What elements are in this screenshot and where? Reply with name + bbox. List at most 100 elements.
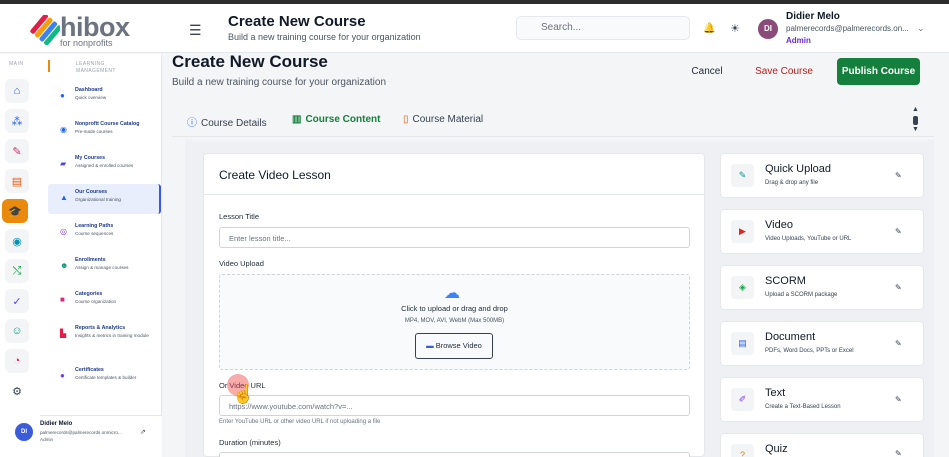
chevron-down-icon[interactable]: ⌄ [917, 23, 925, 34]
graduation-icon[interactable]: 🎓 [2, 199, 28, 223]
tab-course-material[interactable]: ▯ Course Material [403, 114, 483, 125]
sidebar-item-enrollments[interactable]: ☻ Enrollments Assign & manage courses [48, 252, 161, 282]
lesson-type-title: Text [765, 387, 786, 399]
team-icon[interactable]: ☺ [5, 319, 29, 343]
divider [204, 194, 704, 195]
lesson-type-title: Quiz [765, 443, 788, 455]
header-subtitle: Build a new training course for your org… [228, 32, 421, 42]
folder-icon: ▬ [426, 341, 436, 350]
lesson-type-sub: Video Uploads, YouTube or URL [765, 236, 852, 242]
pencil-icon: ✎ [731, 164, 754, 187]
edit-icon[interactable]: ✎ [895, 449, 902, 457]
sidebar-item-learning-paths[interactable]: ◎ Learning Paths Course sequences [48, 218, 161, 248]
sidebar-item-certificates[interactable]: ● Certificates Certificate templates & b… [48, 362, 161, 392]
lesson-type-sub: Create a Text-Based Lesson [765, 404, 841, 410]
menu-toggle-icon[interactable]: ☰ [189, 22, 202, 39]
tab-course-content[interactable]: ▥ Course Content [292, 114, 380, 125]
sidebar-avatar[interactable]: DI [15, 423, 33, 441]
sidebar-item-label: Dashboard [75, 87, 103, 93]
globe-icon[interactable]: ◉ [5, 229, 29, 253]
search-input[interactable]: Search... [516, 16, 690, 40]
sidebar-item-sub: Certificate templates & builder [75, 375, 137, 380]
sidebar-item-label: Reports & Analytics [75, 325, 126, 331]
sidebar-item-label: Our Courses [75, 189, 108, 195]
megaphone-icon[interactable]: ✎ [5, 139, 29, 163]
external-link-icon[interactable]: ⇗ [140, 428, 146, 436]
sidebar-item-sub: Course organization [75, 299, 117, 304]
cancel-button[interactable]: Cancel [678, 61, 736, 83]
scrollbar-thumb[interactable] [913, 116, 918, 125]
sidebar-item-my-courses[interactable]: ▰ My Courses Assigned & enrolled courses [48, 150, 161, 180]
avatar[interactable]: DI [758, 19, 778, 39]
sidebar-item-categories[interactable]: ■ Categories Course organization [48, 286, 161, 316]
sidebar-user-name: Didier Melo [40, 421, 73, 427]
sidebar-item-reports[interactable]: ▙ Reports & Analytics Insights & metrics… [48, 320, 161, 356]
network-icon[interactable]: ⤭ [5, 259, 29, 283]
browse-video-button[interactable]: ▬ Browse Video [415, 333, 493, 359]
lesson-type-title: SCORM [765, 275, 806, 287]
edit-icon[interactable]: ✎ [895, 339, 902, 348]
page-title: Create New Course [172, 52, 328, 71]
sidebar-item-sub: Assign & manage courses [75, 265, 129, 270]
edit-icon[interactable]: ✎ [895, 283, 902, 292]
user-role: Admin [786, 36, 811, 45]
sidebar-item-dashboard[interactable]: ● Dashboard Quick overview [48, 82, 161, 112]
logo[interactable]: hibox for nonprofits [30, 12, 140, 48]
publish-course-button[interactable]: Publish Course [837, 58, 920, 85]
sidebar-item-sub: Course sequences [75, 231, 114, 236]
tab-label: Course Material [412, 114, 484, 125]
info-icon: ⓘ [187, 118, 197, 129]
document-icon: ▤ [731, 332, 754, 355]
top-header: hibox for nonprofits ☰ Create New Course… [0, 4, 949, 53]
book-icon: ▥ [292, 114, 302, 125]
lesson-type-sub: Upload a SCORM package [765, 292, 838, 298]
browse-label: Browse Video [435, 341, 482, 350]
edit-icon[interactable]: ✎ [895, 227, 902, 236]
sidebar-item-label: Nonprofit Course Catalog [75, 121, 140, 127]
hierarchy-icon[interactable]: ⁂ [5, 109, 29, 133]
home-icon[interactable]: ⌂ [5, 79, 29, 103]
catalog-icon: ◉ [60, 125, 67, 134]
video-url-input[interactable]: https://www.youtube.com/watch?v=... [219, 395, 690, 416]
package-icon: ◈ [731, 276, 754, 299]
edit-icon[interactable]: ✎ [895, 171, 902, 180]
scroll-up-icon[interactable]: ▲ [912, 106, 919, 113]
scroll-down-icon[interactable]: ▼ [912, 126, 919, 133]
dropzone-formats: MP4, MOV, AVI, WebM (Max 500MB) [404, 318, 505, 324]
sidebar-user-role: Admin [40, 437, 54, 442]
chart-icon: ▙ [60, 329, 67, 338]
notification-bell-icon[interactable]: 🔔 [703, 23, 715, 34]
theme-toggle-icon[interactable]: ☀ [730, 22, 740, 35]
quiz-icon: ? [731, 444, 754, 457]
play-icon: ▶ [731, 220, 754, 243]
tab-course-details[interactable]: ⓘ Course Details [187, 114, 267, 129]
card-title: Create Video Lesson [219, 168, 331, 182]
file-icon: ▯ [403, 114, 409, 125]
video-url-help: Enter YouTube URL or other video URL if … [219, 419, 381, 425]
edit-icon: ✐ [731, 388, 754, 411]
clipboard-icon[interactable]: ✓ [5, 289, 29, 313]
page-subtitle: Build a new training course for your org… [172, 77, 387, 88]
folder-icon: ■ [60, 295, 65, 304]
logo-word: hibox [60, 12, 130, 42]
course-tabs [172, 100, 934, 137]
sidebar-item-sub: Pre-made courses [75, 129, 113, 134]
dashboard-icon: ● [60, 91, 65, 100]
sidebar-item-label: Certificates [75, 367, 104, 373]
lesson-title-label: Lesson Title [219, 212, 260, 221]
sidebar-item-our-courses[interactable]: ▲ Our Courses Organizational training [48, 184, 161, 214]
save-course-button[interactable]: Save Course [748, 61, 820, 83]
certificate-icon: ● [60, 371, 65, 380]
tab-label: Course Content [305, 114, 381, 125]
path-icon: ◎ [60, 227, 67, 236]
document-icon[interactable]: ▤ [5, 169, 29, 193]
duration-input[interactable] [219, 452, 690, 457]
sidebar-item-label: My Courses [75, 155, 106, 161]
header-title: Create New Course [228, 13, 366, 30]
lesson-title-input[interactable]: Enter lesson title... [219, 227, 690, 248]
pie-icon[interactable]: ◔ [5, 349, 29, 373]
sidebar-item-catalog[interactable]: ◉ Nonprofit Course Catalog Pre-made cour… [48, 116, 161, 146]
sidebar-item-sub: Assigned & enrolled courses [75, 163, 134, 168]
settings-icon[interactable]: ⚙ [5, 379, 29, 403]
edit-icon[interactable]: ✎ [895, 395, 902, 404]
